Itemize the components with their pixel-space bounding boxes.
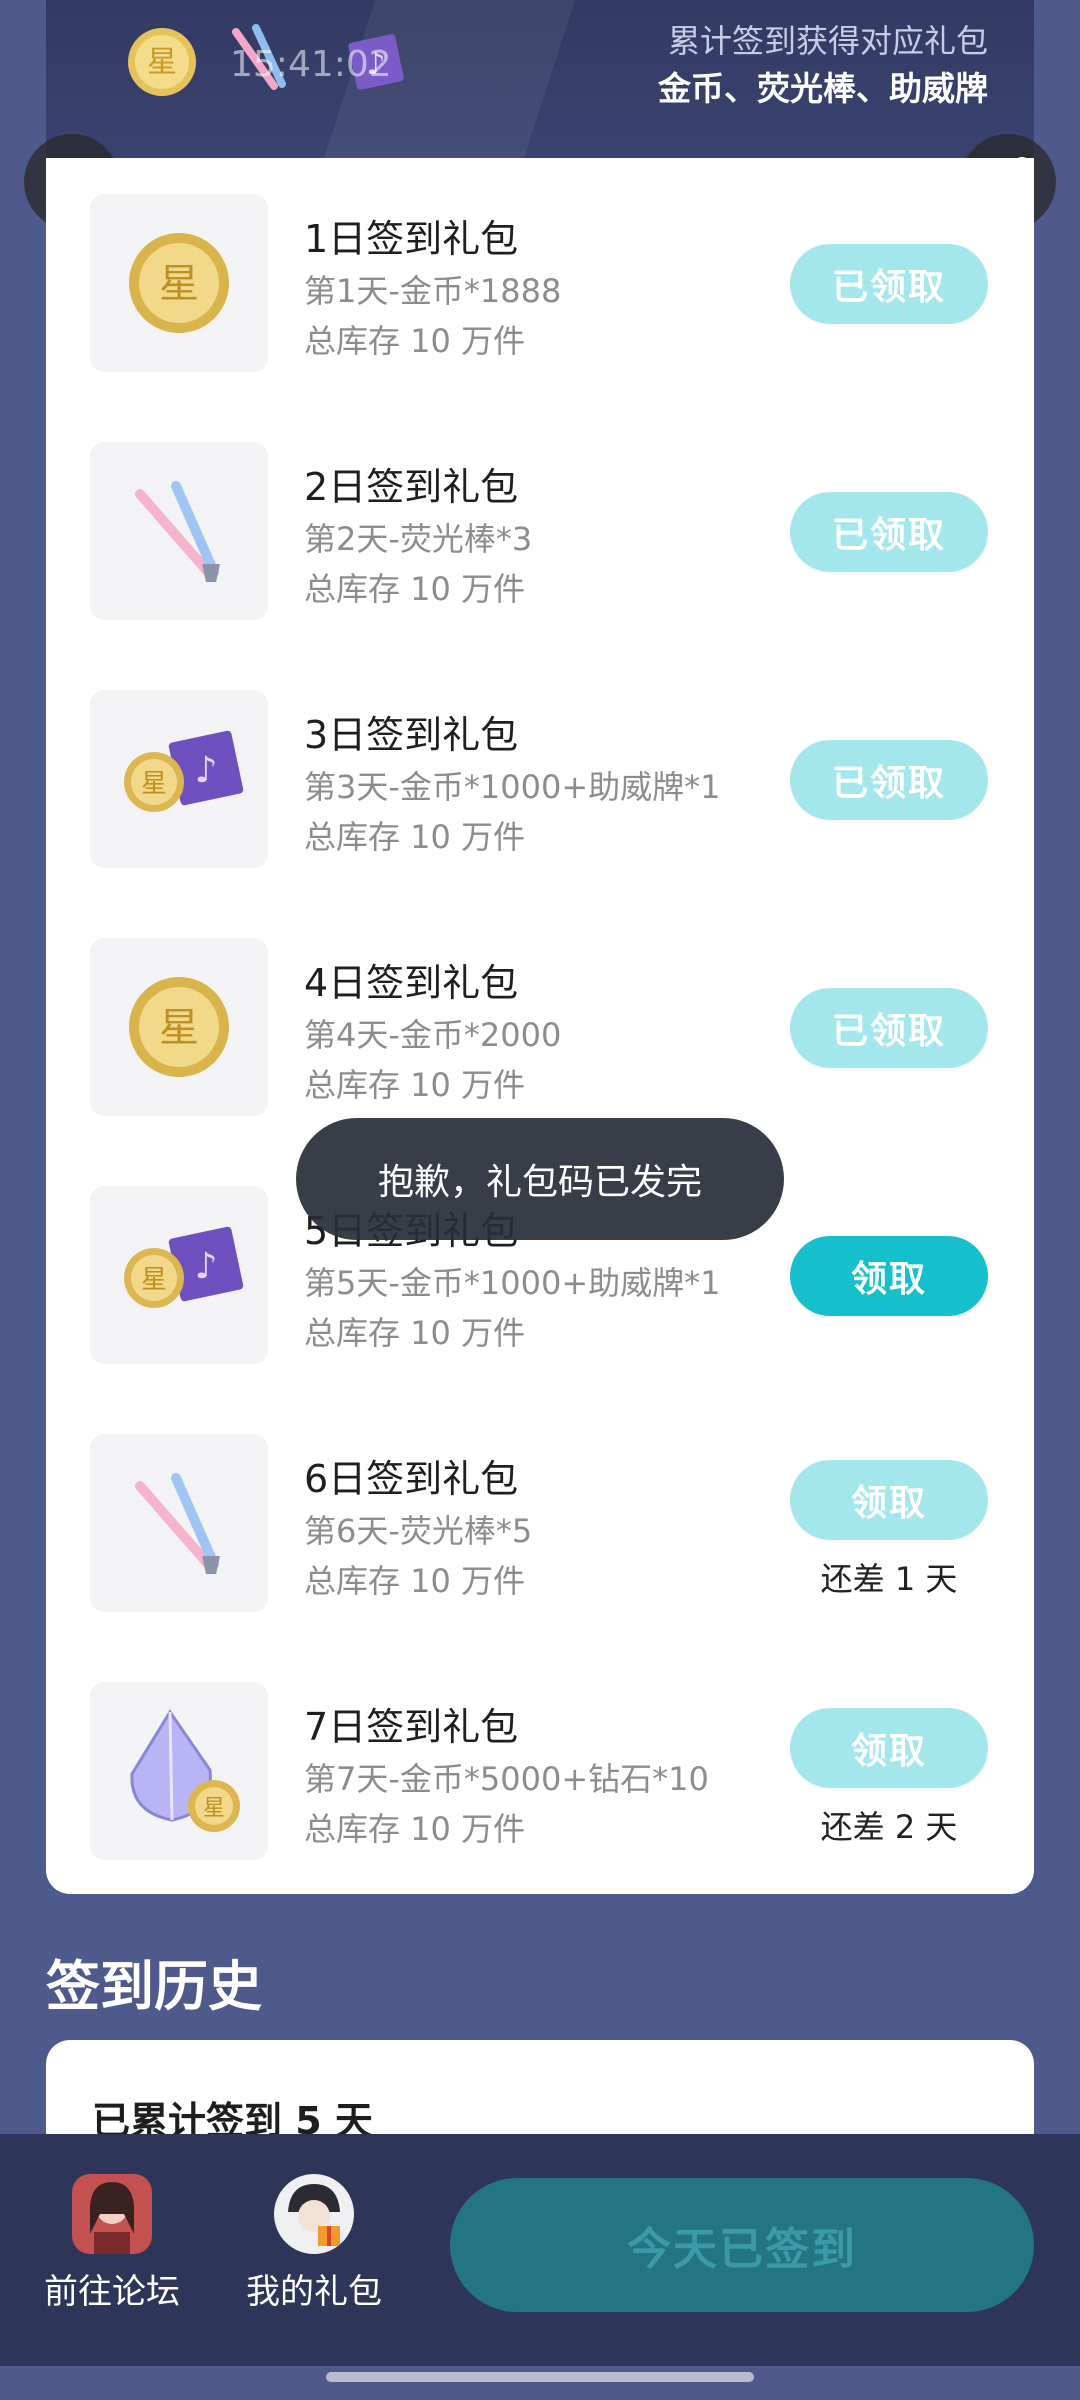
history-heading: 签到历史 (46, 1955, 262, 2018)
coin-icon: 星 (90, 194, 268, 372)
forum-link[interactable]: 前往论坛 (22, 2174, 202, 2313)
days-remaining: 还差 2 天 (820, 1808, 958, 1846)
gift-list: 星 1日签到礼包 第1天-金币*1888 总库存 10 万件 已领取 2日签到礼… (46, 158, 1034, 1894)
gift-row-day4: 星 4日签到礼包 第4天-金币*2000 总库存 10 万件 已领取 (46, 902, 1034, 1150)
gift-desc: 第3天-金币*1000+助威牌*1 (304, 768, 721, 806)
coin-icon: 星 (90, 938, 268, 1116)
checked-in-button[interactable]: 今天已签到 (450, 2178, 1034, 2312)
gift-title: 1日签到礼包 (304, 217, 519, 261)
home-indicator[interactable] (326, 2372, 754, 2382)
coin-and-sign-icon: ♪ 星 (90, 690, 268, 868)
forum-avatar-icon (72, 2174, 152, 2254)
gift-title: 6日签到礼包 (304, 1457, 519, 1501)
page-header: 星 ♪ 15:41:02 累计签到获得对应礼包 金币、荧光棒、助威牌 (46, 0, 1034, 160)
gift-title: 3日签到礼包 (304, 713, 519, 757)
header-title: 金币、荧光棒、助威牌 (658, 69, 988, 108)
svg-text:♪: ♪ (195, 750, 218, 791)
svg-text:星: 星 (141, 769, 167, 799)
gift-desc: 第6天-荧光棒*5 (304, 1512, 533, 1550)
svg-text:星: 星 (159, 1005, 199, 1051)
claimed-button[interactable]: 已领取 (790, 988, 988, 1068)
gift-stock: 总库存 10 万件 (304, 322, 526, 360)
gift-title: 4日签到礼包 (304, 961, 519, 1005)
claimed-button[interactable]: 已领取 (790, 492, 988, 572)
header-subtitle: 累计签到获得对应礼包 (667, 22, 988, 60)
gift-desc: 第2天-荧光棒*3 (304, 520, 533, 558)
status-time: 15:41:02 (230, 44, 392, 85)
gift-stock: 总库存 10 万件 (304, 1066, 526, 1104)
gift-row-day1: 星 1日签到礼包 第1天-金币*1888 总库存 10 万件 已领取 (46, 158, 1034, 406)
toast-message: 抱歉，礼包码已发完 (296, 1118, 784, 1240)
my-gifts-link[interactable]: 我的礼包 (224, 2174, 404, 2313)
claimed-button[interactable]: 已领取 (790, 244, 988, 324)
svg-text:星: 星 (141, 1265, 167, 1295)
gift-stock: 总库存 10 万件 (304, 1314, 526, 1352)
coin-icon: 星 (122, 22, 202, 102)
gift-row-day3: ♪ 星 3日签到礼包 第3天-金币*1000+助威牌*1 总库存 10 万件 已领… (46, 654, 1034, 902)
claim-button-locked[interactable]: 领取 (790, 1708, 988, 1788)
gift-desc: 第1天-金币*1888 (304, 272, 562, 310)
gift-stock: 总库存 10 万件 (304, 570, 526, 608)
gift-stock: 总库存 10 万件 (304, 1810, 526, 1848)
coin-and-sign-icon: ♪ 星 (90, 1186, 268, 1364)
diamond-and-coin-icon: 星 (90, 1682, 268, 1860)
gift-desc: 第4天-金币*2000 (304, 1016, 562, 1054)
svg-text:星: 星 (147, 45, 177, 80)
svg-text:星: 星 (203, 1796, 225, 1821)
bottom-bar: 前往论坛 我的礼包 今天已签到 (0, 2134, 1080, 2366)
svg-text:♪: ♪ (195, 1246, 218, 1287)
gift-row-day7: 星 7日签到礼包 第7天-金币*5000+钻石*10 总库存 10 万件 领取 … (46, 1646, 1034, 1894)
claimed-button[interactable]: 已领取 (790, 740, 988, 820)
claim-button-locked[interactable]: 领取 (790, 1460, 988, 1540)
glowstick-icon (90, 442, 268, 620)
gift-row-day2: 2日签到礼包 第2天-荧光棒*3 总库存 10 万件 已领取 (46, 406, 1034, 654)
gift-stock: 总库存 10 万件 (304, 818, 526, 856)
claim-button[interactable]: 领取 (790, 1236, 988, 1316)
gift-desc: 第5天-金币*1000+助威牌*1 (304, 1264, 721, 1302)
gift-title: 7日签到礼包 (304, 1705, 519, 1749)
gift-stock: 总库存 10 万件 (304, 1562, 526, 1600)
gift-avatar-icon (274, 2174, 354, 2254)
days-remaining: 还差 1 天 (820, 1560, 958, 1598)
gift-row-day6: 6日签到礼包 第6天-荧光棒*5 总库存 10 万件 领取 还差 1 天 (46, 1398, 1034, 1646)
gift-title: 2日签到礼包 (304, 465, 519, 509)
svg-text:星: 星 (159, 261, 199, 307)
my-gifts-label: 我的礼包 (246, 2272, 382, 2312)
glowstick-icon (90, 1434, 268, 1612)
forum-label: 前往论坛 (44, 2272, 180, 2312)
gift-desc: 第7天-金币*5000+钻石*10 (304, 1760, 709, 1798)
